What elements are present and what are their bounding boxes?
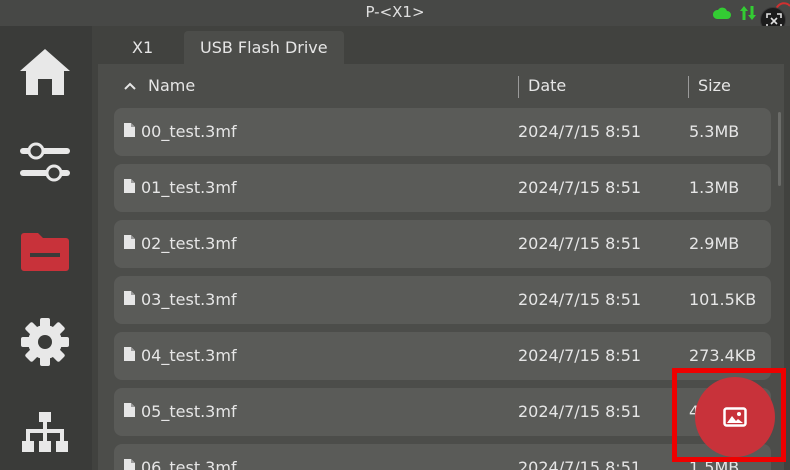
sidebar — [0, 26, 90, 470]
gear-icon — [21, 318, 69, 366]
window-title: P-<X1> — [365, 3, 425, 21]
file-row[interactable]: 03_test.3mf 2024/7/15 8:51 101.5KB — [114, 276, 771, 324]
file-icon — [124, 291, 135, 305]
transfer-arrows-icon — [740, 6, 756, 20]
file-icon — [124, 123, 135, 137]
file-row[interactable]: 00_test.3mf 2024/7/15 8:51 5.3MB — [114, 108, 771, 156]
highlight-box — [672, 368, 786, 462]
file-name: 04_test.3mf — [141, 346, 237, 365]
app-window: P-<X1> X1 USB Flash Drive Name Date Size… — [0, 0, 790, 470]
sidebar-item-network[interactable] — [0, 392, 90, 470]
file-date: 2024/7/15 8:51 — [518, 234, 642, 253]
file-row[interactable]: 02_test.3mf 2024/7/15 8:51 2.9MB — [114, 220, 771, 268]
home-icon — [20, 49, 70, 95]
file-icon — [124, 459, 135, 470]
file-name: 00_test.3mf — [141, 122, 237, 141]
file-row[interactable]: 01_test.3mf 2024/7/15 8:51 1.3MB — [114, 164, 771, 212]
file-icon — [124, 179, 135, 193]
file-icon — [124, 403, 135, 417]
scrollbar[interactable] — [778, 112, 781, 186]
tab-usb-flash-drive[interactable]: USB Flash Drive — [184, 31, 344, 64]
file-date: 2024/7/15 8:51 — [518, 290, 642, 309]
file-name: 02_test.3mf — [141, 234, 237, 253]
file-name: 03_test.3mf — [141, 290, 237, 309]
file-icon — [124, 235, 135, 249]
folder-icon — [21, 233, 69, 271]
table-header: Name Date Size — [98, 64, 784, 108]
file-size: 273.4KB — [689, 346, 757, 365]
sidebar-item-files[interactable] — [0, 212, 90, 292]
file-date: 2024/7/15 8:51 — [518, 122, 642, 141]
file-date: 2024/7/15 8:51 — [518, 346, 642, 365]
file-icon — [124, 347, 135, 361]
column-date-header[interactable]: Date — [528, 76, 566, 95]
sidebar-item-settings[interactable] — [0, 302, 90, 382]
file-date: 2024/7/15 8:51 — [518, 178, 642, 197]
file-name: 05_test.3mf — [141, 402, 237, 421]
column-divider — [518, 76, 519, 98]
file-size: 2.9MB — [689, 234, 740, 253]
file-date: 2024/7/15 8:51 — [518, 458, 642, 470]
file-size: 5.3MB — [689, 122, 740, 141]
file-size: 1.3MB — [689, 178, 740, 197]
sidebar-item-controls[interactable] — [0, 122, 90, 202]
file-size: 101.5KB — [689, 290, 757, 309]
network-icon — [22, 412, 68, 452]
file-name: 06_test.3mf — [141, 458, 237, 470]
title-bar: P-<X1> — [0, 0, 790, 33]
sidebar-item-home[interactable] — [0, 32, 90, 112]
file-name: 01_test.3mf — [141, 178, 237, 197]
column-size-header[interactable]: Size — [698, 76, 731, 95]
sliders-icon — [20, 142, 70, 182]
column-name-header[interactable]: Name — [148, 76, 195, 95]
sort-ascending-icon[interactable] — [124, 82, 136, 90]
file-date: 2024/7/15 8:51 — [518, 402, 642, 421]
storage-tabs: X1 USB Flash Drive — [92, 26, 790, 64]
tab-x1[interactable]: X1 — [116, 31, 169, 64]
column-divider — [688, 76, 689, 98]
cloud-icon — [713, 7, 731, 19]
